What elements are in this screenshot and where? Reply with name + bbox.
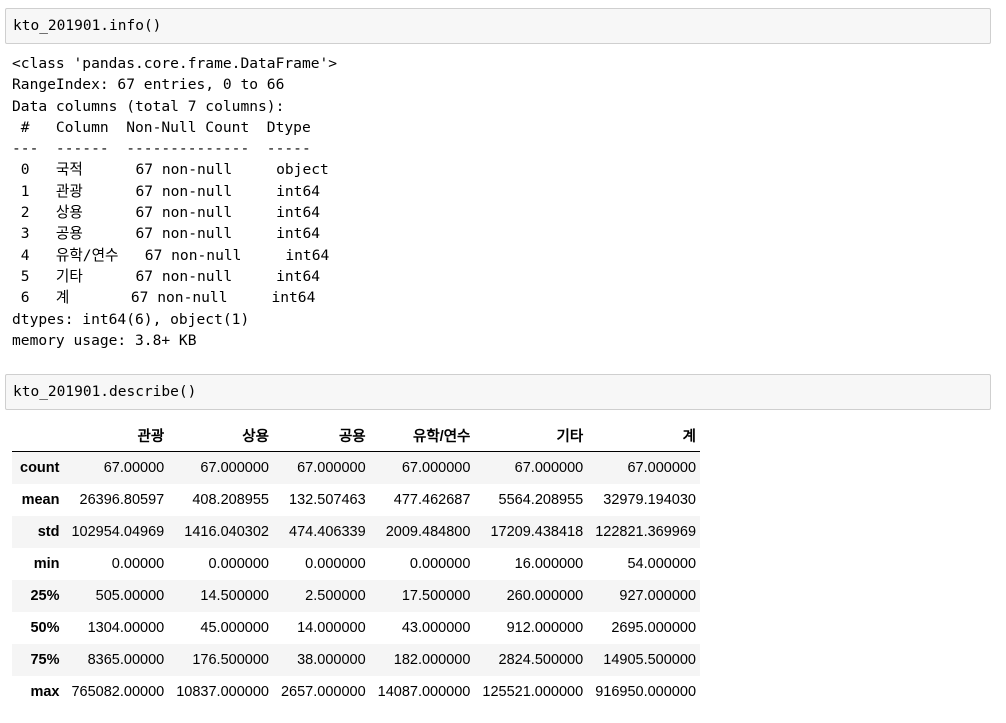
output-line: # Column Non-Null Count Dtype	[12, 118, 320, 136]
table-cell: 125521.000000	[482, 684, 584, 700]
column-header: 유학/연수	[369, 419, 475, 452]
table-cell: 14905.500000	[603, 652, 697, 668]
table-cell: 5564.208955	[498, 492, 584, 508]
table-row: count 67.00000 67.000000 67.000000 67.000000…	[12, 451, 701, 484]
output-line: Data columns (total 7 columns):	[12, 97, 285, 115]
table-cell: 67.000000	[200, 460, 269, 476]
code-text: kto_201901.describe()	[13, 384, 197, 400]
table-cell: 67.000000	[514, 460, 584, 476]
table-cell: 927.000000	[619, 588, 697, 604]
table-cell: 102954.04969	[71, 524, 165, 540]
table-cell: 45.000000	[200, 620, 269, 636]
table-cell: 16.000000	[514, 556, 584, 572]
table-row: std 102954.04969 1416.040302 474.406339 2009…	[12, 516, 701, 548]
table-cell: 916950.000000	[595, 684, 697, 700]
table-cell: 67.000000	[627, 460, 697, 476]
table-row: 50% 1304.00000 45.000000 14.000000 43.000000…	[12, 612, 700, 644]
table-cell: 477.462687	[393, 492, 471, 508]
output-line: RangeIndex: 67 entries, 0 to 66	[12, 76, 285, 94]
table-cell: 32979.194030	[603, 492, 697, 508]
column-header: 상용	[168, 419, 273, 452]
table-cell: 2657.000000	[280, 684, 366, 700]
output-line: 5 기타 67 non-null int64	[12, 267, 329, 285]
table-cell: 0.000000	[305, 556, 366, 572]
table-cell: 17.500000	[401, 588, 471, 604]
table-cell: 1416.040302	[184, 524, 269, 540]
table-row: min 0.00000 0.000000 0.000000 0.000000 16.000…	[12, 548, 700, 580]
row-label: count	[20, 460, 60, 476]
code-cell-info[interactable]: kto_201901.info()	[5, 8, 991, 44]
table-cell: 122821.369969	[595, 524, 697, 540]
row-label: min	[33, 556, 60, 572]
info-output: <class 'pandas.core.frame.DataFrame'> Ra…	[12, 53, 338, 351]
table-cell: 408.208955	[192, 492, 269, 508]
table-cell: 67.00000	[103, 460, 165, 476]
code-cell-describe[interactable]: kto_201901.describe()	[5, 374, 991, 410]
row-label: std	[37, 524, 60, 540]
output-line: 1 관광 67 non-null int64	[12, 182, 329, 200]
table-cell: 10837.000000	[176, 684, 269, 700]
table-cell: 8365.00000	[87, 652, 165, 668]
table-cell: 67.000000	[297, 460, 366, 476]
output-line: <class 'pandas.core.frame.DataFrame'>	[12, 55, 338, 72]
row-label: max	[30, 684, 60, 700]
table-cell: 67.000000	[401, 460, 471, 476]
table-row: 75% 8365.00000 176.500000 38.000000 182.0000…	[12, 644, 701, 676]
output-line: --- ------ -------------- -----	[12, 140, 320, 158]
table-cell: 17209.438418	[490, 524, 584, 540]
table-cell: 0.000000	[208, 556, 269, 572]
table-cell: 0.000000	[409, 556, 471, 572]
output-line: 2 상용 67 non-null int64	[12, 204, 329, 222]
table-cell: 1304.00000	[87, 620, 165, 636]
column-header: 공용	[272, 419, 370, 452]
output-line: 0 국적 67 non-null object	[12, 161, 329, 179]
table-cell: 26396.80597	[79, 492, 165, 508]
row-label: 50%	[30, 620, 60, 636]
table-cell: 182.000000	[393, 652, 471, 668]
table-cell: 2009.484800	[385, 524, 471, 540]
column-header: 관광	[63, 419, 169, 452]
table-cell: 0.00000	[111, 556, 165, 572]
output-line: memory usage: 3.8+ KB	[12, 331, 197, 349]
output-line: 3 공용 67 non-null int64	[12, 225, 329, 243]
table-cell: 14.500000	[200, 588, 269, 604]
table-cell: 2824.500000	[498, 652, 584, 668]
table-header-row: 관광 상용 공용 유학/연수 기타 계	[12, 419, 701, 452]
describe-table: 관광 상용 공용 유학/연수 기타 계 count 67.00000 67.0000…	[12, 419, 701, 708]
table-cell: 43.000000	[401, 620, 471, 636]
table-cell: 14.000000	[297, 620, 366, 636]
table-row: max 765082.00000 10837.000000 2657.000000 14…	[12, 676, 700, 708]
table-cell: 2.500000	[305, 588, 366, 604]
output-line: 4 유학/연수 67 non-null int64	[12, 246, 339, 264]
column-header	[12, 419, 64, 452]
table-cell: 260.000000	[506, 588, 584, 604]
table-cell: 474.406339	[289, 524, 366, 540]
table-cell: 2695.000000	[611, 620, 697, 636]
code-text: kto_201901.info()	[13, 18, 162, 34]
row-label: 25%	[30, 588, 60, 604]
table-row: 25% 505.00000 14.500000 2.500000 17.500000 26…	[12, 580, 701, 612]
table-cell: 912.000000	[506, 620, 584, 636]
table-cell: 38.000000	[297, 652, 366, 668]
table-cell: 765082.00000	[71, 684, 165, 700]
row-label: mean	[21, 492, 60, 508]
table-cell: 54.000000	[627, 556, 697, 572]
table-cell: 14087.000000	[377, 684, 471, 700]
table-cell: 176.500000	[192, 652, 269, 668]
table-cell: 132.507463	[289, 492, 366, 508]
table-cell: 505.00000	[95, 588, 165, 604]
column-header: 기타	[474, 419, 588, 452]
table-row: mean 26396.80597 408.208955 132.507463 477.4…	[12, 484, 700, 516]
output-line: 6 계 67 non-null int64	[12, 289, 325, 307]
column-header: 계	[587, 419, 701, 452]
row-label: 75%	[30, 652, 60, 668]
output-line: dtypes: int64(6), object(1)	[12, 310, 250, 328]
